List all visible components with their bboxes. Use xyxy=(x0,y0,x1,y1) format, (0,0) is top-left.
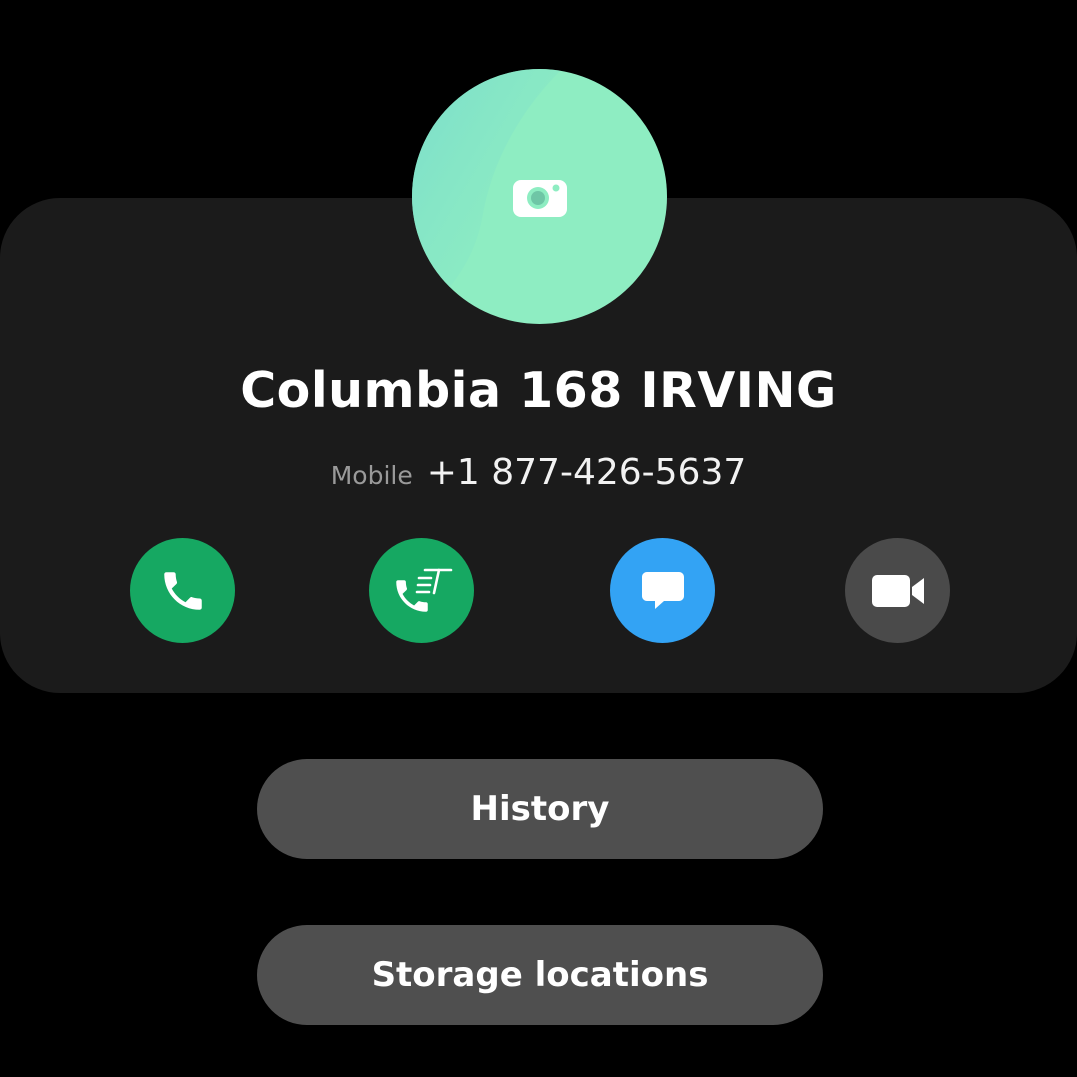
contact-name: Columbia 168 IRVING xyxy=(240,362,837,419)
phone-rtt-icon xyxy=(395,568,452,612)
phone-icon xyxy=(163,571,202,610)
video-camera-icon xyxy=(871,574,924,607)
phone-type-label: Mobile xyxy=(330,461,413,490)
message-button[interactable] xyxy=(610,538,715,643)
rtt-call-button[interactable] xyxy=(369,538,474,643)
contact-avatar[interactable] xyxy=(412,69,667,324)
phone-row[interactable]: Mobile +1 877-426-5637 xyxy=(0,452,1077,493)
camera-icon xyxy=(512,179,567,217)
video-call-button[interactable] xyxy=(845,538,950,643)
history-button[interactable]: History xyxy=(257,759,823,859)
chat-bubble-icon xyxy=(641,571,684,609)
storage-locations-button[interactable]: Storage locations xyxy=(257,925,823,1025)
call-button[interactable] xyxy=(130,538,235,643)
phone-number: +1 877-426-5637 xyxy=(426,452,747,493)
